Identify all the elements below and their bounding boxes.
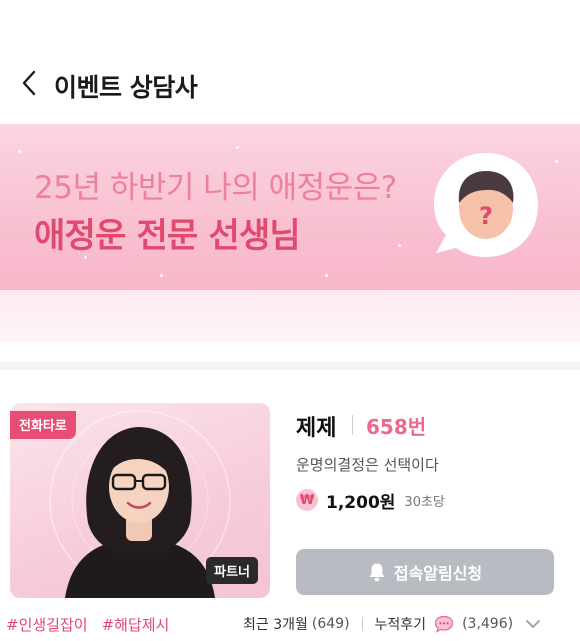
- counselor-stats: 최근 3개월 (649) 누적후기 (3,496): [243, 614, 541, 634]
- counselor-photo[interactable]: 전화타로 파트너: [10, 403, 270, 598]
- expand-button[interactable]: [525, 619, 541, 629]
- sparkle-decoration: [160, 274, 163, 277]
- event-banner[interactable]: 25년 하반기 나의 애정운은? 애정운 전문 선생님 ?: [0, 124, 580, 290]
- partner-badge: 파트너: [206, 557, 258, 584]
- price-unit: 30초당: [404, 494, 445, 510]
- counselor-number: 658번: [366, 415, 427, 439]
- sparkle-decoration: [236, 146, 239, 149]
- recent-count: (649): [311, 616, 350, 632]
- notify-button-label: 접속알림신청: [393, 564, 483, 583]
- hashtag-item[interactable]: #해답제시: [102, 614, 170, 635]
- notify-signup-button[interactable]: 접속알림신청: [296, 549, 554, 595]
- reviews-label: 누적후기: [374, 617, 427, 633]
- question-person-icon: ?: [434, 153, 538, 257]
- reviews-count: (3,496): [462, 616, 514, 632]
- price-value: 1,200원: [326, 492, 396, 513]
- svg-text:?: ?: [479, 202, 493, 230]
- sparkle-decoration: [325, 274, 328, 277]
- speech-bubble-icon: [434, 615, 454, 633]
- counselor-tagline: 운명의결정은 선택이다: [296, 456, 439, 474]
- name-divider: [352, 415, 353, 435]
- banner-preview-strip: [0, 290, 580, 342]
- recent-label: 최근 3개월: [243, 617, 308, 633]
- price-row: ₩ 1,200원 30초당: [296, 488, 445, 513]
- counselor-name[interactable]: 제제: [296, 410, 336, 442]
- banner-subline: 애정운 전문 선생님: [34, 216, 301, 256]
- chevron-left-icon: [22, 70, 36, 96]
- header-bar: 이벤트 상담사: [0, 52, 580, 114]
- hashtag-item[interactable]: #인생길잡이: [6, 614, 88, 635]
- won-coin-icon: ₩: [296, 489, 318, 511]
- stats-divider: [361, 617, 363, 631]
- section-divider: [0, 362, 580, 370]
- page-title: 이벤트 상담사: [54, 73, 198, 102]
- chevron-down-icon: [526, 620, 540, 628]
- bell-icon: [369, 563, 385, 582]
- hashtag-list: #인생길잡이 #해답제시: [6, 614, 169, 635]
- sparkle-decoration: [398, 244, 401, 247]
- back-button[interactable]: [14, 66, 44, 100]
- banner-headline: 25년 하반기 나의 애정운은?: [34, 170, 397, 206]
- sparkle-decoration: [555, 160, 558, 163]
- category-tag: 전화타로: [10, 411, 76, 439]
- sparkle-decoration: [18, 150, 21, 153]
